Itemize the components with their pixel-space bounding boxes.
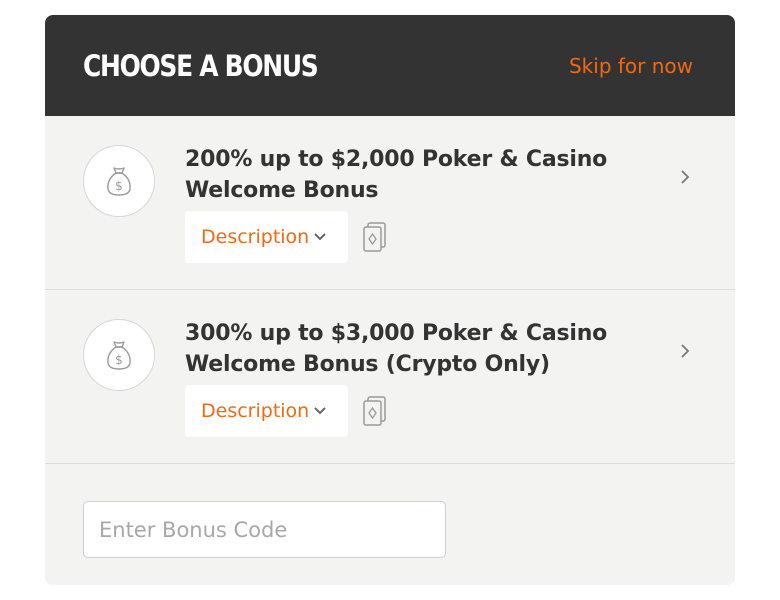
chevron-down-icon bbox=[313, 406, 327, 416]
modal-header: CHOOSE A BONUS Skip for now bbox=[45, 15, 735, 116]
bonus-option[interactable]: $ 200% up to $2,000 Poker & Casino Welco… bbox=[45, 116, 735, 290]
svg-text:$: $ bbox=[115, 353, 123, 367]
playing-cards-icon bbox=[363, 396, 386, 426]
bonus-title: 300% up to $3,000 Poker & Casino Welcome… bbox=[185, 321, 608, 377]
chevron-right-icon bbox=[681, 170, 690, 184]
money-bag-icon: $ bbox=[83, 319, 155, 391]
modal-title: CHOOSE A BONUS bbox=[83, 48, 319, 83]
skip-link[interactable]: Skip for now bbox=[569, 54, 693, 78]
description-label: Description bbox=[201, 400, 310, 422]
playing-cards-icon bbox=[363, 222, 386, 252]
chevron-right-icon bbox=[681, 344, 690, 358]
description-label: Description bbox=[201, 226, 310, 248]
svg-text:$: $ bbox=[115, 179, 123, 193]
bonus-modal: CHOOSE A BONUS Skip for now $ 200% up to… bbox=[45, 15, 735, 585]
description-dropdown-button[interactable]: Description bbox=[185, 211, 348, 263]
chevron-down-icon bbox=[313, 232, 327, 242]
money-bag-icon: $ bbox=[83, 145, 155, 217]
description-dropdown-button[interactable]: Description bbox=[185, 385, 348, 437]
bonus-code-input[interactable] bbox=[83, 501, 446, 558]
bonus-code-section bbox=[45, 464, 735, 584]
bonus-title: 200% up to $2,000 Poker & Casino Welcome… bbox=[185, 147, 608, 203]
bonus-option[interactable]: $ 300% up to $3,000 Poker & Casino Welco… bbox=[45, 290, 735, 464]
